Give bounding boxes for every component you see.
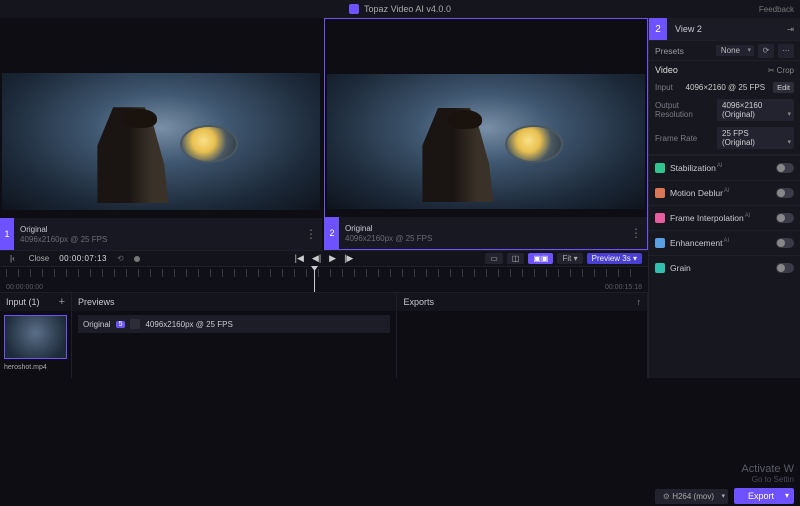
crop-button[interactable]: ✂ Crop: [768, 66, 794, 75]
framerate-select[interactable]: 25 FPS (Original): [717, 127, 794, 149]
presets-more-icon[interactable]: ⋯: [778, 44, 794, 58]
playhead[interactable]: [314, 267, 315, 292]
trim-in-icon[interactable]: |‹: [6, 253, 19, 264]
step-forward-icon[interactable]: |▶: [344, 253, 353, 264]
framerate-label: Frame Rate: [655, 134, 713, 143]
preview-button[interactable]: Preview 3s ▾: [587, 253, 642, 264]
viewer-area: 1 Original 4096x2160px @ 25 FPS ⋮ 2 Orig…: [0, 18, 648, 378]
toggle-icon: [655, 238, 665, 248]
toggle-row-stabilization: StabilizationAI: [649, 155, 800, 180]
feedback-link[interactable]: Feedback: [759, 5, 794, 14]
viewport-1-label: Original: [20, 225, 107, 234]
toggle-switch[interactable]: [776, 163, 794, 173]
toggle-label: EnhancementAI: [670, 238, 776, 248]
exports-title: Exports: [403, 297, 434, 307]
input-panel: Input (1) + heroshot.mp4: [0, 293, 72, 378]
viewport-2-menu-icon[interactable]: ⋮: [630, 226, 641, 240]
watermark: Activate W Go to Settin: [741, 463, 794, 484]
viewport-2-label: Original: [345, 224, 432, 233]
viewport-1[interactable]: 1 Original 4096x2160px @ 25 FPS ⋮: [0, 18, 322, 250]
toggle-icon: [655, 213, 665, 223]
previews-panel: Previews Original 5 4096x2160px @ 25 FPS: [72, 293, 397, 378]
play-icon[interactable]: ▶: [329, 253, 336, 264]
toggle-row-enhancement: EnhancementAI: [649, 230, 800, 255]
app-icon: [349, 4, 359, 14]
toggle-switch[interactable]: [776, 213, 794, 223]
input-filename: heroshot.mp4: [0, 363, 71, 372]
sidebar: 2 View 2 ⇥ Presets None ⟳ ⋯ Video ✂ Crop…: [648, 18, 800, 378]
toggle-row-grain: Grain: [649, 255, 800, 280]
preview-row[interactable]: Original 5 4096x2160px @ 25 FPS: [78, 315, 390, 333]
input-res-value: 4096×2160 @ 25 FPS: [686, 83, 766, 92]
preview-row-label: Original: [83, 320, 111, 329]
viewport-1-menu-icon[interactable]: ⋮: [305, 227, 316, 241]
step-back-icon[interactable]: ◀|: [312, 253, 321, 264]
video-section-title: Video: [655, 65, 678, 75]
close-button[interactable]: Close: [25, 253, 53, 264]
toggle-switch[interactable]: [776, 188, 794, 198]
expand-icon[interactable]: ⇥: [781, 24, 800, 35]
presets-label: Presets: [655, 46, 716, 56]
toggle-switch[interactable]: [776, 238, 794, 248]
viewport-1-meta: 4096x2160px @ 25 FPS: [20, 235, 107, 244]
view-mode-dual[interactable]: ▣▣: [528, 253, 553, 264]
preview-badge: 5: [116, 321, 126, 328]
toggle-icon: [655, 163, 665, 173]
timeline-start: 00:00:00:00: [6, 284, 43, 291]
previews-title: Previews: [78, 297, 115, 307]
view-mode-split[interactable]: ◫: [507, 253, 525, 264]
toggle-row-motion-deblur: Motion DeblurAI: [649, 180, 800, 205]
presets-refresh-icon[interactable]: ⟳: [758, 44, 774, 58]
toggle-row-frame-interpolation: Frame InterpolationAI: [649, 205, 800, 230]
sidebar-title: View 2: [667, 24, 781, 34]
viewport-2[interactable]: 2 Original 4096x2160px @ 25 FPS ⋮: [324, 18, 648, 250]
input-edit-button[interactable]: Edit: [773, 82, 794, 93]
add-input-icon[interactable]: +: [59, 296, 65, 308]
viewport-2-meta: 4096x2160px @ 25 FPS: [345, 234, 432, 243]
preview-status-icon: [130, 319, 140, 329]
viewport-1-image: [2, 73, 320, 210]
toggle-switch[interactable]: [776, 263, 794, 273]
input-panel-title: Input (1): [6, 297, 40, 307]
viewport-2-badge: 2: [325, 217, 339, 249]
timeline-end: 00:00:15:18: [605, 284, 642, 291]
input-thumbnail[interactable]: [4, 315, 67, 359]
toggle-label: Motion DeblurAI: [670, 188, 776, 198]
viewport-2-image: [327, 74, 645, 209]
output-res-select[interactable]: 4096×2160 (Original): [717, 99, 794, 121]
toggle-icon: [655, 263, 665, 273]
view-mode-single[interactable]: ▭: [485, 253, 503, 264]
titlebar: Topaz Video AI v4.0.0 Feedback: [0, 0, 800, 18]
loop-icon[interactable]: ⟲: [113, 253, 128, 264]
exports-panel: Exports ↑: [397, 293, 648, 378]
sidebar-view-badge: 2: [649, 18, 667, 40]
record-marker-icon[interactable]: [134, 256, 140, 262]
app-title: Topaz Video AI v4.0.0: [364, 4, 451, 14]
toggle-label: Frame InterpolationAI: [670, 213, 776, 223]
skip-back-icon[interactable]: |◀: [295, 253, 304, 264]
timeline[interactable]: 00:00:00:00 00:00:15:18: [0, 266, 648, 292]
toggle-icon: [655, 188, 665, 198]
output-res-label: Output Resolution: [655, 101, 713, 119]
transport-bar: |‹ Close 00:00:07:13 ⟲ |◀ ◀| ▶ |▶ ▭ ◫ ▣▣…: [0, 250, 648, 266]
preview-row-meta: 4096x2160px @ 25 FPS: [145, 320, 232, 329]
toggle-label: Grain: [670, 263, 776, 273]
export-button[interactable]: Export: [734, 488, 794, 504]
zoom-fit[interactable]: Fit ▾: [557, 253, 582, 264]
export-codec-select[interactable]: H264 (mov): [655, 489, 728, 504]
presets-select[interactable]: None: [716, 45, 754, 56]
exports-sort-icon[interactable]: ↑: [637, 297, 642, 307]
viewport-1-badge: 1: [0, 218, 14, 250]
toggle-label: StabilizationAI: [670, 163, 776, 173]
timecode: 00:00:07:13: [59, 254, 107, 263]
input-res-label: Input: [655, 83, 682, 92]
